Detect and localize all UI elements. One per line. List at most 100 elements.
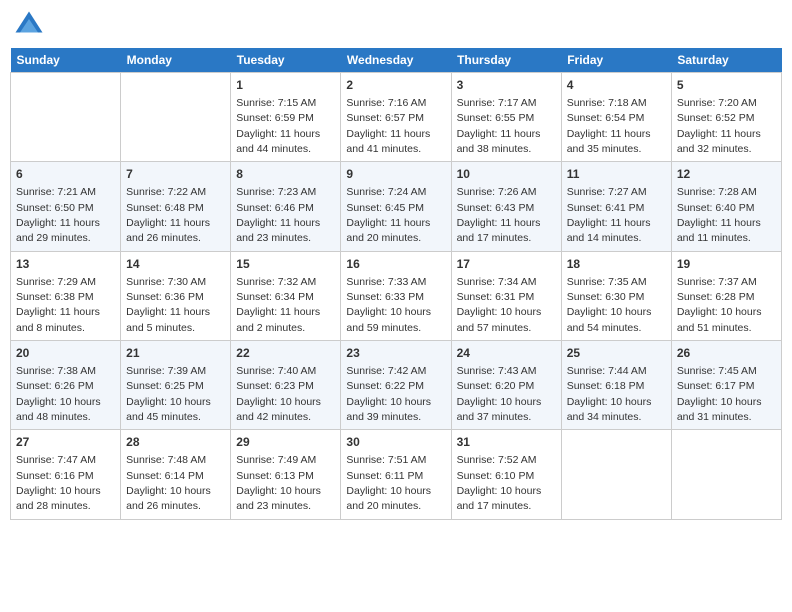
- day-number: 2: [346, 77, 445, 94]
- day-cell: 2 Sunrise: 7:16 AM Sunset: 6:57 PM Daylig…: [341, 73, 451, 162]
- day-number: 23: [346, 345, 445, 362]
- day-info: Sunrise: 7:15 AM Sunset: 6:59 PM Dayligh…: [236, 97, 320, 155]
- day-cell: 27 Sunrise: 7:47 AM Sunset: 6:16 PM Dayli…: [11, 430, 121, 519]
- day-info: Sunrise: 7:39 AM Sunset: 6:25 PM Dayligh…: [126, 365, 211, 423]
- header-wednesday: Wednesday: [341, 48, 451, 73]
- day-info: Sunrise: 7:44 AM Sunset: 6:18 PM Dayligh…: [567, 365, 652, 423]
- day-number: 26: [677, 345, 776, 362]
- day-cell: 30 Sunrise: 7:51 AM Sunset: 6:11 PM Dayli…: [341, 430, 451, 519]
- day-number: 13: [16, 256, 115, 273]
- day-number: 1: [236, 77, 335, 94]
- day-number: 3: [457, 77, 556, 94]
- day-cell: 11 Sunrise: 7:27 AM Sunset: 6:41 PM Dayli…: [561, 162, 671, 251]
- week-row-2: 6 Sunrise: 7:21 AM Sunset: 6:50 PM Daylig…: [11, 162, 782, 251]
- day-info: Sunrise: 7:16 AM Sunset: 6:57 PM Dayligh…: [346, 97, 430, 155]
- day-info: Sunrise: 7:23 AM Sunset: 6:46 PM Dayligh…: [236, 186, 320, 244]
- day-cell: 15Sunrise: 7:32 AM Sunset: 6:34 PM Dayli…: [231, 251, 341, 340]
- week-row-5: 27 Sunrise: 7:47 AM Sunset: 6:16 PM Dayli…: [11, 430, 782, 519]
- day-cell: 23 Sunrise: 7:42 AM Sunset: 6:22 PM Dayli…: [341, 341, 451, 430]
- day-info: Sunrise: 7:21 AM Sunset: 6:50 PM Dayligh…: [16, 186, 100, 244]
- day-number: 22: [236, 345, 335, 362]
- day-cell: [121, 73, 231, 162]
- day-info: Sunrise: 7:43 AM Sunset: 6:20 PM Dayligh…: [457, 365, 542, 423]
- day-info: Sunrise: 7:47 AM Sunset: 6:16 PM Dayligh…: [16, 454, 101, 512]
- day-cell: 18Sunrise: 7:35 AM Sunset: 6:30 PM Dayli…: [561, 251, 671, 340]
- day-number: 14: [126, 256, 225, 273]
- day-number: 16: [346, 256, 445, 273]
- day-cell: 25 Sunrise: 7:44 AM Sunset: 6:18 PM Dayli…: [561, 341, 671, 430]
- day-info: Sunrise: 7:49 AM Sunset: 6:13 PM Dayligh…: [236, 454, 321, 512]
- day-cell: 24 Sunrise: 7:43 AM Sunset: 6:20 PM Dayli…: [451, 341, 561, 430]
- day-info: Sunrise: 7:48 AM Sunset: 6:14 PM Dayligh…: [126, 454, 211, 512]
- logo: [14, 10, 48, 40]
- day-info: Sunrise: 7:42 AM Sunset: 6:22 PM Dayligh…: [346, 365, 431, 423]
- week-row-4: 20 Sunrise: 7:38 AM Sunset: 6:26 PM Dayli…: [11, 341, 782, 430]
- day-cell: 4Sunrise: 7:18 AM Sunset: 6:54 PM Daylig…: [561, 73, 671, 162]
- day-number: 18: [567, 256, 666, 273]
- day-cell: 10 Sunrise: 7:26 AM Sunset: 6:43 PM Dayli…: [451, 162, 561, 251]
- day-cell: 20 Sunrise: 7:38 AM Sunset: 6:26 PM Dayli…: [11, 341, 121, 430]
- day-number: 5: [677, 77, 776, 94]
- day-info: Sunrise: 7:52 AM Sunset: 6:10 PM Dayligh…: [457, 454, 542, 512]
- day-number: 28: [126, 434, 225, 451]
- day-number: 27: [16, 434, 115, 451]
- day-cell: 19 Sunrise: 7:37 AM Sunset: 6:28 PM Dayli…: [671, 251, 781, 340]
- day-info: Sunrise: 7:34 AM Sunset: 6:31 PM Dayligh…: [457, 276, 542, 334]
- day-cell: 9Sunrise: 7:24 AM Sunset: 6:45 PM Daylig…: [341, 162, 451, 251]
- day-info: Sunrise: 7:26 AM Sunset: 6:43 PM Dayligh…: [457, 186, 541, 244]
- day-number: 11: [567, 166, 666, 183]
- header-sunday: Sunday: [11, 48, 121, 73]
- day-cell: 17Sunrise: 7:34 AM Sunset: 6:31 PM Dayli…: [451, 251, 561, 340]
- day-info: Sunrise: 7:29 AM Sunset: 6:38 PM Dayligh…: [16, 276, 100, 334]
- day-number: 7: [126, 166, 225, 183]
- day-number: 19: [677, 256, 776, 273]
- day-cell: 1 Sunrise: 7:15 AM Sunset: 6:59 PM Daylig…: [231, 73, 341, 162]
- day-number: 15: [236, 256, 335, 273]
- day-info: Sunrise: 7:22 AM Sunset: 6:48 PM Dayligh…: [126, 186, 210, 244]
- day-cell: 6 Sunrise: 7:21 AM Sunset: 6:50 PM Daylig…: [11, 162, 121, 251]
- header-thursday: Thursday: [451, 48, 561, 73]
- day-info: Sunrise: 7:33 AM Sunset: 6:33 PM Dayligh…: [346, 276, 431, 334]
- day-number: 8: [236, 166, 335, 183]
- day-cell: 13 Sunrise: 7:29 AM Sunset: 6:38 PM Dayli…: [11, 251, 121, 340]
- day-number: 6: [16, 166, 115, 183]
- day-cell: 5 Sunrise: 7:20 AM Sunset: 6:52 PM Daylig…: [671, 73, 781, 162]
- day-info: Sunrise: 7:40 AM Sunset: 6:23 PM Dayligh…: [236, 365, 321, 423]
- day-cell: 3 Sunrise: 7:17 AM Sunset: 6:55 PM Daylig…: [451, 73, 561, 162]
- week-row-3: 13 Sunrise: 7:29 AM Sunset: 6:38 PM Dayli…: [11, 251, 782, 340]
- day-info: Sunrise: 7:51 AM Sunset: 6:11 PM Dayligh…: [346, 454, 431, 512]
- day-info: Sunrise: 7:28 AM Sunset: 6:40 PM Dayligh…: [677, 186, 761, 244]
- day-cell: 12 Sunrise: 7:28 AM Sunset: 6:40 PM Dayli…: [671, 162, 781, 251]
- day-number: 10: [457, 166, 556, 183]
- day-cell: 21Sunrise: 7:39 AM Sunset: 6:25 PM Dayli…: [121, 341, 231, 430]
- header-row: SundayMondayTuesdayWednesdayThursdayFrid…: [11, 48, 782, 73]
- day-cell: 7 Sunrise: 7:22 AM Sunset: 6:48 PM Daylig…: [121, 162, 231, 251]
- day-info: Sunrise: 7:20 AM Sunset: 6:52 PM Dayligh…: [677, 97, 761, 155]
- page-header: [10, 10, 782, 40]
- day-number: 4: [567, 77, 666, 94]
- day-cell: [11, 73, 121, 162]
- day-number: 20: [16, 345, 115, 362]
- day-number: 29: [236, 434, 335, 451]
- day-cell: [671, 430, 781, 519]
- header-monday: Monday: [121, 48, 231, 73]
- day-number: 25: [567, 345, 666, 362]
- day-number: 30: [346, 434, 445, 451]
- day-info: Sunrise: 7:38 AM Sunset: 6:26 PM Dayligh…: [16, 365, 101, 423]
- calendar-table: SundayMondayTuesdayWednesdayThursdayFrid…: [10, 48, 782, 520]
- day-cell: 26Sunrise: 7:45 AM Sunset: 6:17 PM Dayli…: [671, 341, 781, 430]
- day-info: Sunrise: 7:37 AM Sunset: 6:28 PM Dayligh…: [677, 276, 762, 334]
- day-cell: 29 Sunrise: 7:49 AM Sunset: 6:13 PM Dayli…: [231, 430, 341, 519]
- day-number: 12: [677, 166, 776, 183]
- day-info: Sunrise: 7:30 AM Sunset: 6:36 PM Dayligh…: [126, 276, 210, 334]
- day-number: 24: [457, 345, 556, 362]
- day-number: 31: [457, 434, 556, 451]
- week-row-1: 1 Sunrise: 7:15 AM Sunset: 6:59 PM Daylig…: [11, 73, 782, 162]
- day-cell: 31 Sunrise: 7:52 AM Sunset: 6:10 PM Dayli…: [451, 430, 561, 519]
- day-cell: [561, 430, 671, 519]
- day-info: Sunrise: 7:27 AM Sunset: 6:41 PM Dayligh…: [567, 186, 651, 244]
- day-cell: 22 Sunrise: 7:40 AM Sunset: 6:23 PM Dayli…: [231, 341, 341, 430]
- header-saturday: Saturday: [671, 48, 781, 73]
- day-info: Sunrise: 7:17 AM Sunset: 6:55 PM Dayligh…: [457, 97, 541, 155]
- day-info: Sunrise: 7:24 AM Sunset: 6:45 PM Dayligh…: [346, 186, 430, 244]
